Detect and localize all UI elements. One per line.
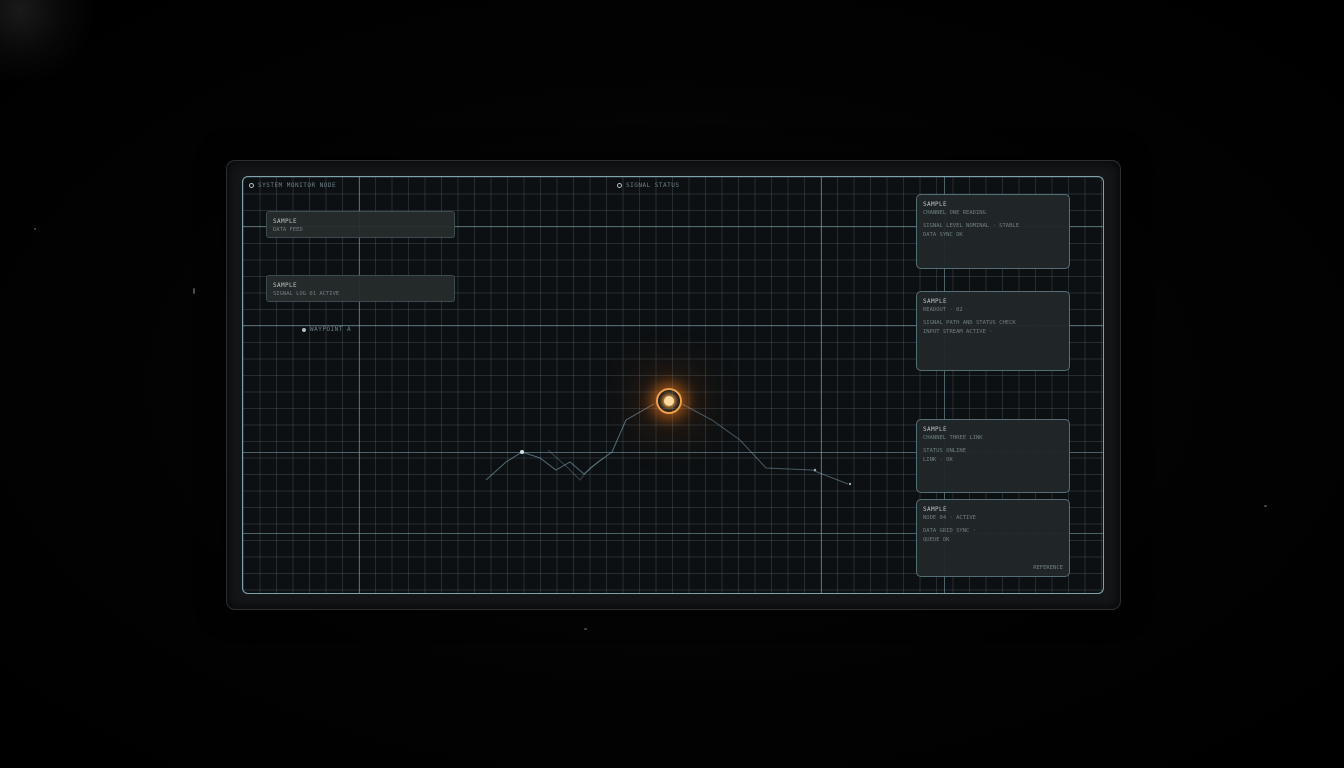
header-status-center: SIGNAL STATUS — [617, 182, 679, 189]
panel-line: CHANNEL THREE LINK — [923, 435, 983, 441]
panel-title: SAMPLE — [923, 298, 948, 305]
panel-footer: REFERENCE — [1033, 565, 1063, 571]
panel-line: INPUT STREAM ACTIVE · — [923, 329, 993, 335]
left-panel-1[interactable]: SAMPLE DATA FEED — [266, 211, 455, 238]
dust-speck — [584, 628, 587, 630]
header-status-left-label: SYSTEM MONITOR NODE — [258, 182, 337, 189]
status-dot-icon — [249, 183, 254, 188]
grid-axis-vertical — [359, 177, 360, 593]
header-status-center-label: SIGNAL STATUS — [626, 182, 680, 189]
panel-line: STATUS ONLINE — [923, 448, 967, 454]
dust-speck — [34, 228, 36, 230]
panel-line: READOUT · 02 — [923, 307, 963, 313]
status-dot-icon — [617, 183, 622, 188]
panel-line: DATA SYNC OK — [923, 232, 963, 238]
panel-title: SAMPLE — [923, 426, 948, 433]
right-panel-4[interactable]: SAMPLE NODE 04 · ACTIVE DATA GRID SYNC ·… — [916, 499, 1070, 577]
dust-speck — [193, 288, 195, 294]
right-panel-2[interactable]: SAMPLE READOUT · 02 SIGNAL PATH AND STAT… — [916, 291, 1070, 371]
panel-line: NODE 04 · ACTIVE — [923, 515, 976, 521]
panel-line: SIGNAL PATH AND STATUS CHECK — [923, 320, 1016, 326]
header-status-left: SYSTEM MONITOR NODE — [249, 182, 336, 189]
scene: SYSTEM MONITOR NODE SIGNAL STATUS SAMPLE… — [0, 0, 1344, 768]
light-haze — [0, 0, 100, 80]
waypoint-marker[interactable]: WAYPOINT A — [302, 326, 351, 333]
panel-line: LINK · OK — [923, 457, 953, 463]
grid-axis-vertical — [821, 177, 822, 593]
panel-line: SIGNAL LEVEL NOMINAL · STABLE — [923, 223, 1020, 229]
beacon-icon[interactable] — [656, 388, 682, 414]
panel-line: CHANNEL ONE READING — [923, 210, 986, 216]
waypoint-label: WAYPOINT A — [310, 326, 352, 333]
panel-title: SAMPLE — [923, 201, 948, 208]
panel-line: QUEUE OK — [923, 537, 950, 543]
status-dot-icon — [302, 327, 306, 332]
panel-title: SAMPLE — [923, 506, 948, 513]
right-panel-1[interactable]: SAMPLE CHANNEL ONE READING SIGNAL LEVEL … — [916, 194, 1070, 269]
dust-speck — [1264, 505, 1267, 507]
panel-line: DATA GRID SYNC · — [923, 528, 976, 534]
left-panel-2[interactable]: SAMPLE SIGNAL LOG 01 ACTIVE — [266, 275, 455, 302]
panel-title: SAMPLE — [273, 218, 298, 225]
right-panel-3[interactable]: SAMPLE CHANNEL THREE LINK STATUS ONLINE … — [916, 419, 1070, 493]
panel-title: SAMPLE — [273, 282, 298, 289]
panel-text: SIGNAL LOG 01 ACTIVE — [273, 291, 340, 297]
beacon-core — [664, 396, 674, 406]
panel-text: DATA FEED — [273, 227, 303, 233]
